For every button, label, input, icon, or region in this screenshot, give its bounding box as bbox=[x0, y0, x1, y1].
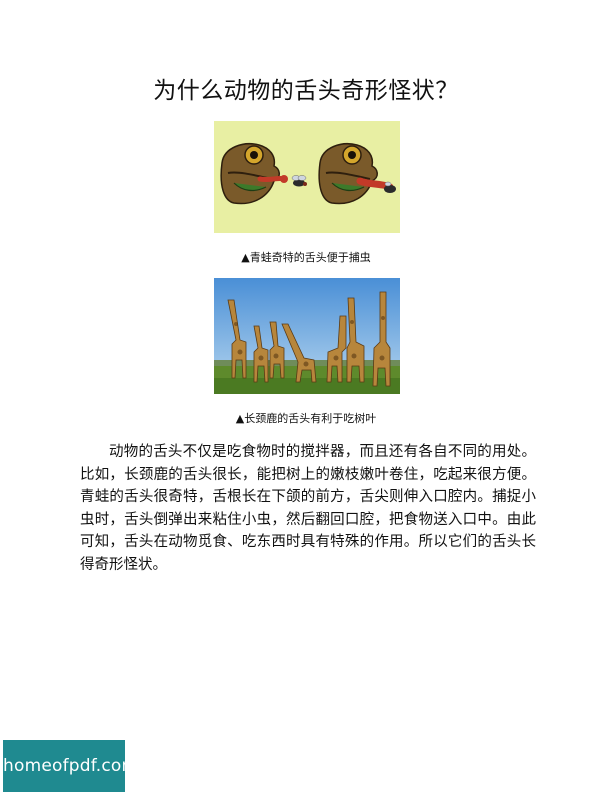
watermark-badge[interactable]: homeofpdf.com bbox=[3, 740, 138, 792]
giraffe-illustration bbox=[214, 278, 400, 394]
frog-image bbox=[214, 121, 400, 233]
frog-caption: ▲青蛙奇特的舌头便于捕虫 bbox=[241, 251, 371, 264]
body-paragraph: 动物的舌头不仅是吃食物时的搅拌器，而且还有各自不同的用处。比如，长颈鹿的舌头很长… bbox=[80, 444, 536, 573]
frog-illustration bbox=[214, 121, 400, 233]
giraffe-image bbox=[214, 278, 400, 394]
page-title: 为什么动物的舌头奇形怪状？ bbox=[153, 78, 459, 104]
giraffe-caption: ▲长颈鹿的舌头有利于吃树叶 bbox=[235, 412, 377, 425]
